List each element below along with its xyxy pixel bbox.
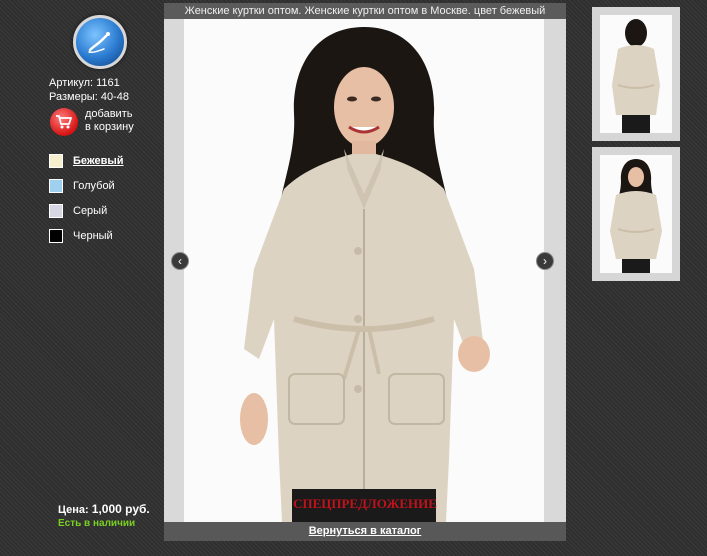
product-photo — [184, 19, 544, 522]
color-option-gray[interactable]: Серый — [49, 204, 124, 229]
add-to-cart-button[interactable] — [50, 108, 78, 136]
next-photo-button[interactable]: › — [536, 252, 554, 270]
chevron-left-icon: ‹ — [178, 254, 182, 268]
photo-title: Женские куртки оптом. Женские куртки опт… — [164, 3, 566, 19]
model-front-image — [610, 159, 662, 273]
price-label: Цена: — [58, 504, 89, 516]
add-to-cart-label[interactable]: добавить в корзину — [85, 108, 134, 134]
color-options: Бежевый Голубой Серый Черный — [49, 154, 124, 254]
color-swatch — [49, 229, 63, 243]
back-to-catalog-link[interactable]: Вернуться в каталог — [309, 525, 422, 537]
site-logo[interactable] — [73, 15, 127, 69]
sizes-range: Размеры: 40-48 — [49, 91, 129, 103]
color-option-blue[interactable]: Голубой — [49, 179, 124, 204]
color-swatch — [49, 179, 63, 193]
color-label[interactable]: Голубой — [73, 179, 115, 193]
model-in-coat-image — [240, 27, 490, 522]
thumbnail-front-view[interactable] — [592, 147, 680, 281]
color-swatch — [49, 204, 63, 218]
stock-status: Есть в наличии — [58, 518, 136, 529]
article-number: Артикул: 1161 — [49, 77, 120, 89]
color-option-black[interactable]: Черный — [49, 229, 124, 254]
cart-icon — [56, 115, 72, 129]
product-info: Артикул: 1161 Размеры: 40-48 — [49, 76, 129, 104]
brush-logo-icon — [88, 32, 110, 53]
back-bar: Вернуться в каталог — [164, 522, 566, 541]
special-offer-label: СПЕЦПРЕДЛОЖЕНИЕ — [293, 496, 437, 511]
thumbnail-image — [600, 15, 672, 133]
cart-label-line2: в корзину — [85, 121, 134, 133]
chevron-right-icon: › — [543, 254, 547, 268]
color-option-beige[interactable]: Бежевый — [49, 154, 124, 179]
color-label[interactable]: Бежевый — [73, 154, 124, 168]
color-swatch — [49, 154, 63, 168]
model-back-image — [612, 19, 660, 133]
product-viewer: Женские куртки оптом. Женские куртки опт… — [164, 3, 566, 541]
cart-label-line1: добавить — [85, 108, 133, 120]
thumbnail-back-view[interactable] — [592, 7, 680, 141]
thumbnail-image — [600, 155, 672, 273]
prev-photo-button[interactable]: ‹ — [171, 252, 189, 270]
color-label[interactable]: Черный — [73, 229, 113, 243]
price-value: 1,000 руб. — [91, 502, 150, 516]
price: Цена: 1,000 руб. — [58, 502, 150, 516]
color-label[interactable]: Серый — [73, 204, 107, 218]
